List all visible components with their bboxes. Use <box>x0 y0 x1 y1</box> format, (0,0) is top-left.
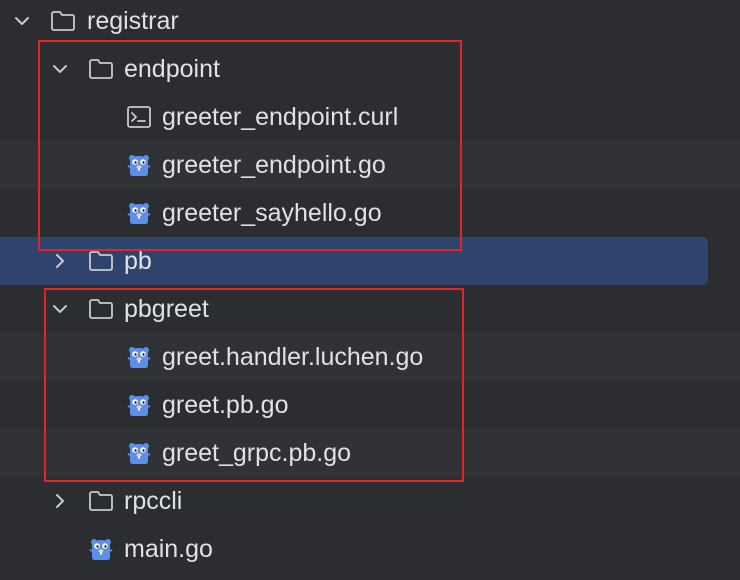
tree-item-main-go[interactable]: main.go <box>0 525 740 573</box>
highlight-box-endpoint <box>38 40 462 251</box>
folder-icon <box>89 251 113 271</box>
tree-item-label: registrar <box>87 7 179 35</box>
chevron-down-icon[interactable] <box>12 11 32 31</box>
tree-item-registrar[interactable]: registrar <box>0 0 740 45</box>
chevron-right-icon[interactable] <box>50 491 70 511</box>
tree-item-label: rpccli <box>124 487 183 515</box>
tree-item-rpccli[interactable]: rpccli <box>0 477 740 525</box>
chevron-right-icon[interactable] <box>50 251 70 271</box>
go-gopher-icon <box>89 539 113 560</box>
highlight-box-pbgreet <box>44 288 464 482</box>
folder-icon <box>51 11 75 31</box>
folder-icon <box>89 491 113 511</box>
tree-item-label: main.go <box>124 535 213 563</box>
